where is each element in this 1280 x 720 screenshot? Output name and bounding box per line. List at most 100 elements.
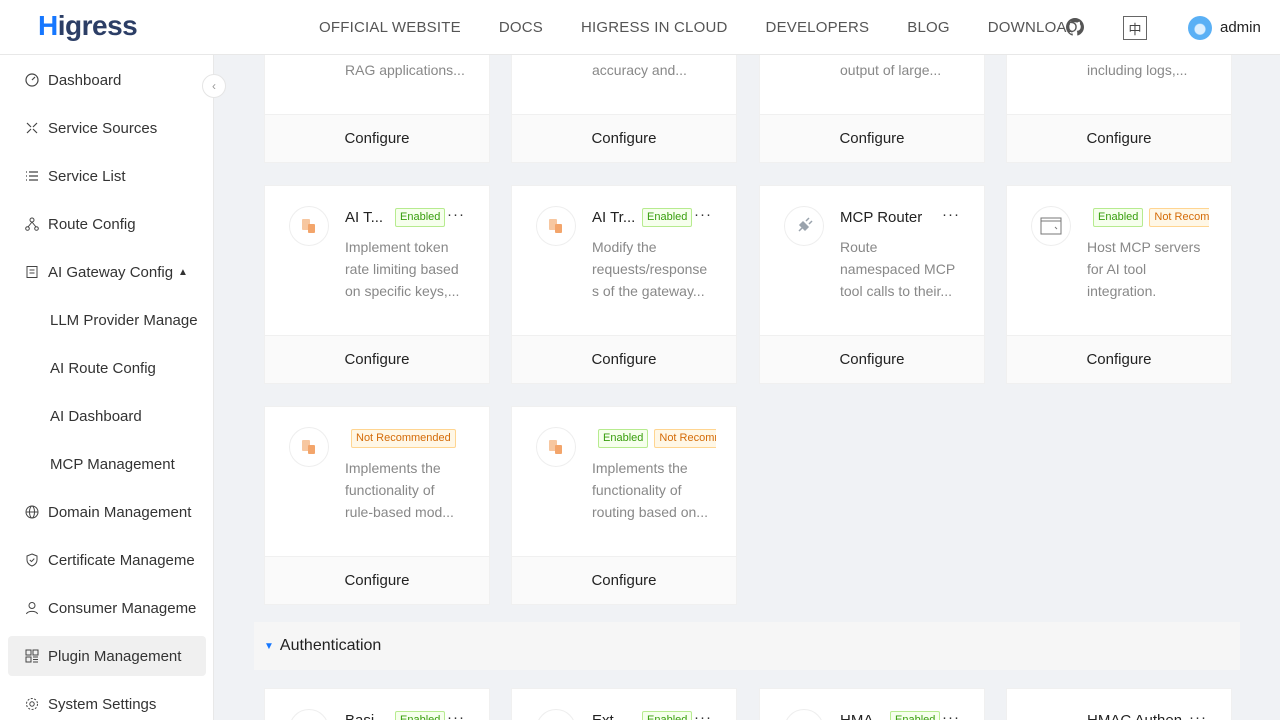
- configure-button[interactable]: Configure: [1007, 335, 1231, 383]
- nav-developers[interactable]: DEVELOPERS: [766, 19, 870, 36]
- sidebar-item-mcp-management[interactable]: MCP Management: [8, 444, 206, 484]
- status-badge-enabled: Enabled: [642, 711, 693, 720]
- card-title: HMAC Authen...: [1087, 712, 1197, 720]
- sidebar-item-service-list[interactable]: Service List: [8, 156, 206, 196]
- sidebar-item-label: AI Dashboard: [50, 407, 142, 425]
- plugin-card: Not Recommended Implements the functiona…: [264, 406, 490, 605]
- sidebar-item-ai-gateway-config[interactable]: AI Gateway Config ▲: [8, 252, 206, 292]
- status-badge-not-recommended: Not Recommended: [1149, 208, 1209, 227]
- plugin-icon: [536, 709, 576, 720]
- github-icon[interactable]: [1064, 16, 1086, 38]
- configure-button[interactable]: Configure: [512, 335, 736, 383]
- plugin-icon: [784, 709, 824, 720]
- sidebar-item-consumer-management[interactable]: Consumer Manageme: [8, 588, 206, 628]
- configure-button[interactable]: Configure: [265, 556, 489, 604]
- user-name[interactable]: admin: [1220, 19, 1261, 36]
- plugin-card-ai-transformer: AI Tr... Enabled ··· Modify the requests…: [511, 185, 737, 384]
- nav-official-website[interactable]: OFFICIAL WEBSITE: [319, 19, 461, 36]
- plugin-icon: [536, 206, 576, 246]
- plugin-card-hmac-auth: HMA... Enabled ···: [759, 688, 985, 720]
- more-options-icon[interactable]: ···: [694, 709, 712, 720]
- card-description: accuracy and...: [592, 62, 687, 78]
- card-badges: Enabled: [642, 711, 693, 720]
- card-title: Ext...: [592, 712, 626, 720]
- sidebar-item-label: Route Config: [48, 215, 136, 233]
- card-badges: Enabled Not Recommended: [598, 429, 716, 448]
- section-authentication[interactable]: ▼ Authentication: [254, 622, 1240, 670]
- card-title: HMA...: [840, 712, 880, 720]
- sidebar-item-ai-dashboard[interactable]: AI Dashboard: [8, 396, 206, 436]
- avatar[interactable]: [1188, 16, 1212, 40]
- more-options-icon[interactable]: ···: [694, 206, 712, 223]
- card-badges: Enabled: [395, 711, 446, 720]
- plugin-icon: [289, 427, 329, 467]
- sidebar-item-label: Certificate Manageme: [48, 551, 195, 569]
- more-options-icon[interactable]: ···: [447, 709, 465, 720]
- sidebar-item-label: Domain Management: [48, 503, 192, 521]
- configure-button[interactable]: Configure: [265, 114, 489, 162]
- card-title: Basi...: [345, 712, 379, 720]
- more-options-icon[interactable]: ···: [447, 206, 465, 223]
- route-icon: [24, 216, 40, 232]
- nav-higress-in-cloud[interactable]: HIGRESS IN CLOUD: [581, 19, 728, 36]
- sidebar-item-route-config[interactable]: Route Config: [8, 204, 206, 244]
- sidebar-item-service-sources[interactable]: Service Sources: [8, 108, 206, 148]
- caret-down-icon: ▼: [264, 640, 274, 652]
- configure-button[interactable]: Configure: [512, 556, 736, 604]
- sidebar-item-label: LLM Provider Manage: [50, 311, 198, 329]
- nav-docs[interactable]: DOCS: [499, 19, 543, 36]
- globe-icon: [24, 504, 40, 520]
- card-description: output of large...: [840, 62, 942, 78]
- more-options-icon[interactable]: ···: [942, 709, 960, 720]
- higress-logo[interactable]: Higress: [38, 10, 138, 42]
- configure-button[interactable]: Configure: [760, 335, 984, 383]
- status-badge-enabled: Enabled: [1093, 208, 1144, 227]
- sidebar-item-domain-management[interactable]: Domain Management: [8, 492, 206, 532]
- top-header: Higress OFFICIAL WEBSITE DOCS HIGRESS IN…: [0, 0, 1280, 55]
- sidebar-item-ai-route-config[interactable]: AI Route Config: [8, 348, 206, 388]
- ai-gateway-icon: [24, 264, 40, 280]
- status-badge-enabled: Enabled: [642, 208, 693, 227]
- status-badge-enabled: Enabled: [395, 208, 446, 227]
- plugin-icon: [289, 709, 329, 720]
- nav-blog[interactable]: BLOG: [907, 19, 949, 36]
- sidebar-item-dashboard[interactable]: Dashboard: [8, 60, 206, 100]
- more-options-icon[interactable]: ···: [1189, 709, 1207, 720]
- card-description: Route namespaced MCP tool calls to their…: [840, 239, 956, 299]
- status-badge-enabled: Enabled: [395, 711, 446, 720]
- card-title: MCP Router: [840, 209, 923, 226]
- sidebar-item-plugin-management[interactable]: Plugin Management: [8, 636, 206, 676]
- sidebar-item-label: System Settings: [48, 695, 157, 713]
- sidebar-item-label: Dashboard: [48, 71, 122, 89]
- configure-button[interactable]: Configure: [512, 114, 736, 162]
- chevron-left-icon: ‹: [212, 79, 216, 93]
- plugin-card-hmac-auth-2: HMAC Authen... ···: [1006, 688, 1232, 720]
- status-badge-enabled: Enabled: [890, 711, 941, 720]
- sidebar-item-system-settings[interactable]: System Settings: [8, 684, 206, 720]
- collapse-sidebar-button[interactable]: ‹: [202, 74, 226, 98]
- plugin-card-basic-auth: Basi... Enabled ···: [264, 688, 490, 720]
- configure-button[interactable]: Configure: [1007, 114, 1231, 162]
- plugin-card-ext-auth: Ext... Enabled ···: [511, 688, 737, 720]
- plugin-icon: [289, 206, 329, 246]
- sidebar-item-llm-provider[interactable]: LLM Provider Manage: [8, 300, 206, 340]
- gear-icon: [24, 696, 40, 712]
- sidebar-item-certificate-management[interactable]: Certificate Manageme: [8, 540, 206, 580]
- sidebar-item-label: Plugin Management: [48, 647, 182, 665]
- plugin-card-mcp-router: MCP Router ··· Route namespaced MCP tool…: [759, 185, 985, 384]
- chevron-up-icon: ▲: [178, 266, 188, 278]
- card-badges: Not Recommended: [351, 429, 467, 448]
- more-options-icon[interactable]: ···: [942, 206, 960, 223]
- configure-button[interactable]: Configure: [760, 114, 984, 162]
- plugin-icon: [536, 427, 576, 467]
- language-switch[interactable]: 中: [1123, 16, 1147, 40]
- configure-button[interactable]: Configure: [265, 335, 489, 383]
- sidebar-item-label: MCP Management: [50, 455, 175, 473]
- shield-icon: [24, 552, 40, 568]
- card-badges: Enabled: [890, 711, 941, 720]
- top-nav: OFFICIAL WEBSITE DOCS HIGRESS IN CLOUD D…: [300, 0, 1097, 55]
- card-description: Modify the requests/response s of the ga…: [592, 239, 708, 299]
- card-description: RAG applications...: [345, 62, 465, 78]
- card-badges: Enabled: [395, 208, 446, 227]
- card-description: including logs,...: [1087, 62, 1188, 78]
